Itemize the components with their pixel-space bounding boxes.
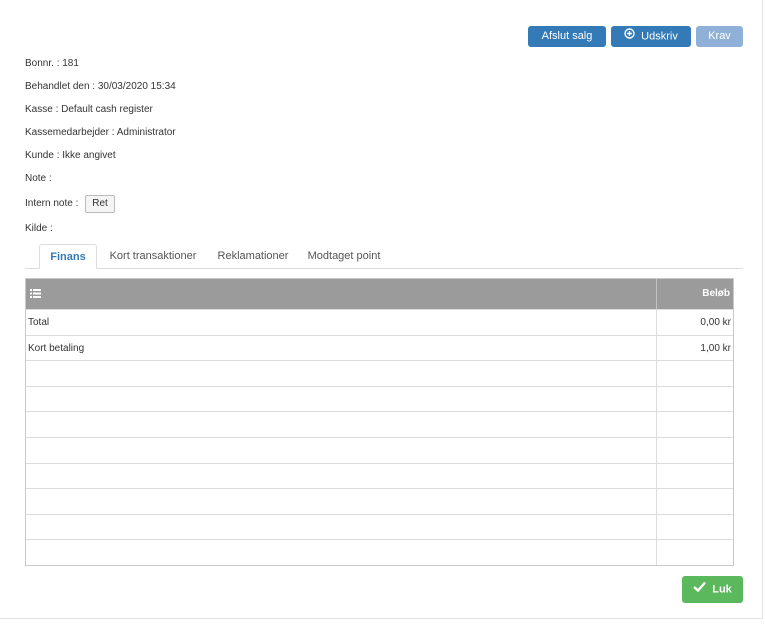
print-label: Udskriv	[641, 30, 678, 43]
note: Note :	[25, 173, 52, 184]
internal-note-label: Intern note :	[25, 198, 79, 209]
column-separator	[656, 412, 657, 437]
list-icon[interactable]	[30, 289, 41, 301]
tab-modtaget-point-label: Modtaget point	[307, 250, 381, 262]
table-row	[26, 488, 733, 514]
close-button[interactable]: Luk	[682, 576, 743, 603]
claim-label: Krav	[708, 30, 731, 42]
column-separator	[656, 437, 657, 463]
table-row	[26, 539, 733, 565]
row-amount: 1,00 kr	[700, 342, 731, 354]
table-row	[26, 411, 733, 437]
close-label: Luk	[712, 583, 732, 596]
claim-button[interactable]: Krav	[696, 26, 743, 47]
internal-note-edit-button[interactable]: Ret	[85, 195, 115, 213]
print-button[interactable]: Udskriv	[611, 26, 691, 47]
complete-sale-label: Afslut salg	[541, 30, 593, 42]
table-row	[26, 436, 733, 463]
column-separator	[656, 463, 657, 489]
table-row	[26, 385, 733, 412]
receipt-number: Bonnr. : 181	[25, 58, 79, 69]
row-amount: 0,00 kr	[700, 317, 731, 328]
tab-kort-transaktioner-label: Kort transaktioner	[109, 250, 197, 262]
table-body: Total 0,00 kr Kort betaling 1,00 kr	[26, 309, 733, 565]
table-row: Total 0,00 kr	[26, 309, 733, 335]
tab-bar: Finans Kort transaktioner Reklamationer …	[25, 244, 743, 269]
table-header: Beløb	[26, 279, 733, 309]
customer: Kunde : Ikke angivet	[25, 150, 116, 161]
amount-column-header[interactable]: Beløb	[702, 279, 730, 309]
plus-circle-icon	[624, 26, 635, 47]
column-separator	[656, 335, 657, 361]
column-separator	[656, 279, 657, 309]
tab-reklamationer-label: Reklamationer	[217, 250, 289, 262]
row-name: Kort betaling	[28, 342, 85, 354]
column-separator	[656, 361, 657, 386]
table-row: Kort betaling 1,00 kr	[26, 334, 733, 361]
row-name: Total	[28, 317, 50, 328]
column-separator	[656, 514, 657, 540]
tab-kort-transaktioner[interactable]: Kort transaktioner	[103, 244, 203, 268]
table-row	[26, 462, 733, 489]
tab-finans[interactable]: Finans	[39, 244, 97, 269]
finance-table: Beløb Total 0,00 kr Kort betaling 1,00 kr	[25, 278, 734, 566]
tab-finans-label: Finans	[50, 251, 86, 263]
column-separator	[656, 386, 657, 412]
source: Kilde :	[25, 223, 53, 234]
table-row	[26, 360, 733, 386]
column-separator	[656, 310, 657, 335]
column-separator	[656, 540, 657, 565]
table-row	[26, 513, 733, 540]
cash-register: Kasse : Default cash register	[25, 104, 153, 115]
complete-sale-button[interactable]: Afslut salg	[528, 26, 606, 47]
tab-reklamationer[interactable]: Reklamationer	[211, 244, 295, 268]
tab-modtaget-point[interactable]: Modtaget point	[303, 244, 385, 268]
processed-date: Behandlet den : 30/03/2020 15:34	[25, 81, 176, 92]
receipt-dialog: Afslut salg Udskriv Krav Bonnr. : 181 Be…	[0, 0, 763, 619]
employee: Kassemedarbejder : Administrator	[25, 127, 176, 138]
column-separator	[656, 489, 657, 514]
check-icon	[693, 576, 707, 603]
